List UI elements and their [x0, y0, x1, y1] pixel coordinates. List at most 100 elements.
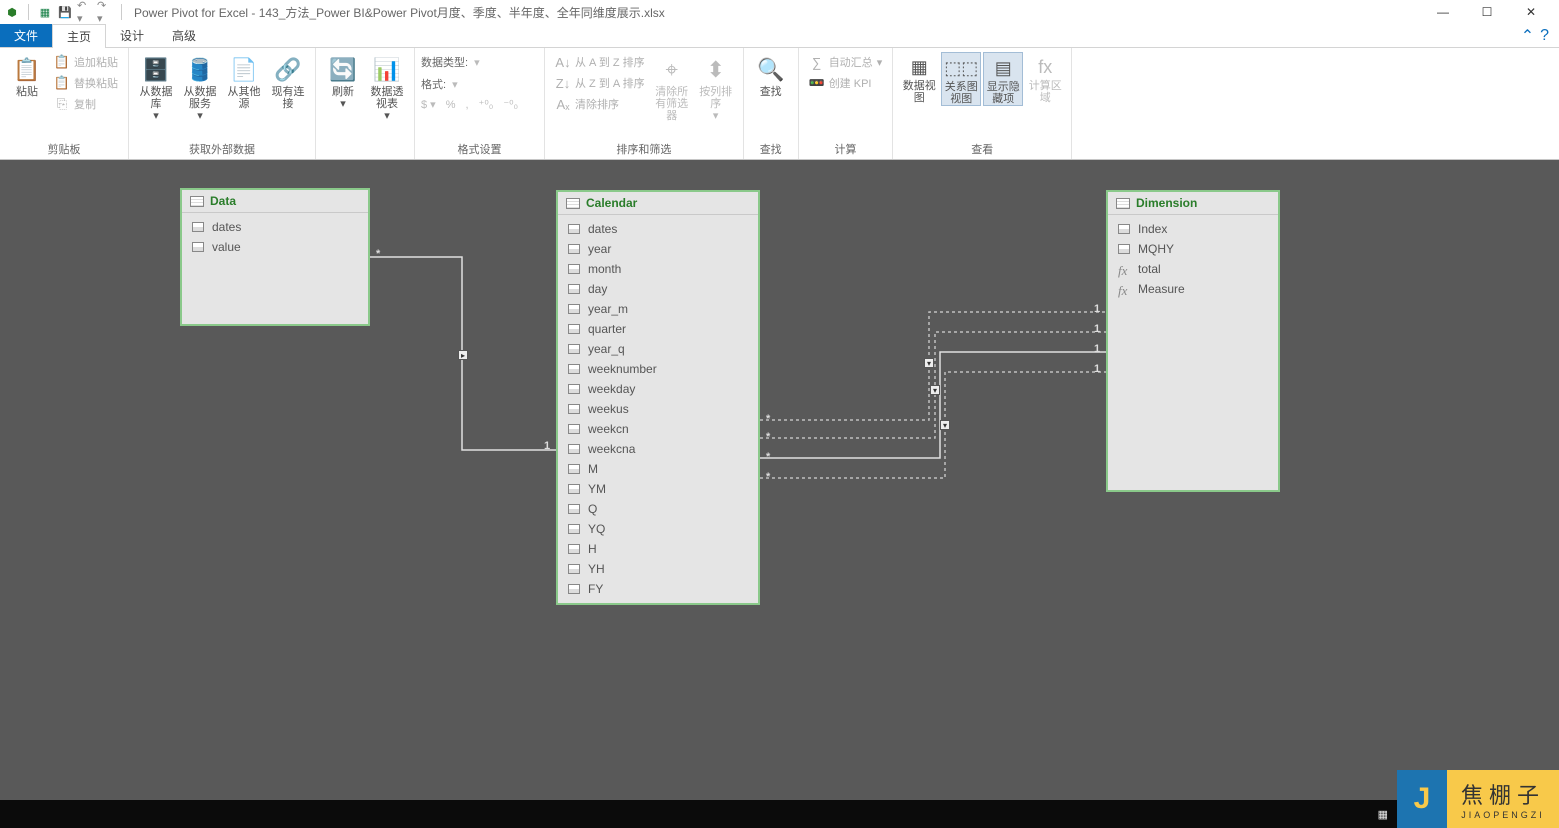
sort-desc-button[interactable]: Z↓从 Z 到 A 排序 [551, 73, 649, 93]
refresh-icon: 🔄 [327, 54, 359, 86]
column-q[interactable]: Q [558, 499, 758, 519]
column-mqhy[interactable]: MQHY [1108, 239, 1278, 259]
relationship-arrow[interactable]: ▸ [458, 350, 468, 360]
save-icon[interactable]: 💾 [57, 4, 73, 20]
measure-icon: fx [1118, 283, 1132, 295]
column-icon [568, 303, 582, 315]
column-dates[interactable]: dates [182, 217, 368, 237]
close-button[interactable]: ✕ [1519, 3, 1543, 21]
tab-home[interactable]: 主页 [52, 24, 106, 48]
calc-area-button[interactable]: fx计算区域 [1025, 52, 1065, 104]
column-index[interactable]: Index [1108, 219, 1278, 239]
excel-icon[interactable]: ▦ [37, 4, 53, 20]
column-year[interactable]: year [558, 239, 758, 259]
sort-by-column-button[interactable]: ⬍按列排序▾ [695, 52, 737, 122]
tab-advanced[interactable]: 高级 [158, 24, 210, 47]
data-view-button[interactable]: ▦数据视图 [899, 52, 939, 104]
replace-paste-button[interactable]: 📋替换粘贴 [50, 73, 122, 93]
column-icon [192, 241, 206, 253]
clear-sort-button[interactable]: Aₓ清除排序 [551, 94, 649, 114]
tab-file[interactable]: 文件 [0, 24, 52, 47]
group-refresh: 🔄刷新▾ 📊数据透视表▾ [316, 48, 415, 159]
column-year_m[interactable]: year_m [558, 299, 758, 319]
column-day[interactable]: day [558, 279, 758, 299]
column-icon [568, 443, 582, 455]
column-ym[interactable]: YM [558, 479, 758, 499]
service-icon: 🛢️ [184, 54, 216, 86]
refresh-button[interactable]: 🔄刷新▾ [322, 52, 364, 110]
watermark: J 焦棚子 JIAOPENGZI [1397, 770, 1559, 828]
sort-asc-button[interactable]: A↓从 A 到 Z 排序 [551, 52, 649, 72]
copy-button[interactable]: ⎘复制 [50, 94, 122, 114]
diagram-canvas[interactable]: * 1 ▸ * * * * 1 1 1 1 ▾ ▾ ▾ Data datesva… [0, 160, 1559, 800]
column-value[interactable]: value [182, 237, 368, 257]
view-switch-icon[interactable]: ▦ [1378, 808, 1388, 821]
column-weekday[interactable]: weekday [558, 379, 758, 399]
from-other-button[interactable]: 📄从其他源 [223, 52, 265, 110]
ribbon-help-icon[interactable]: ? [1540, 27, 1549, 45]
group-view: ▦数据视图 ⬚⬚关系图视图 ▤显示隐藏项 fx计算区域 查看 [893, 48, 1072, 159]
group-getdata: 🗄️从数据库▾ 🛢️从数据服务▾ 📄从其他源 🔗现有连接 获取外部数据 [129, 48, 316, 159]
ribbon-collapse-icon[interactable]: ⌃ [1521, 26, 1534, 46]
column-icon [192, 221, 206, 233]
relationship-arrow[interactable]: ▾ [930, 385, 940, 395]
column-weekcna[interactable]: weekcna [558, 439, 758, 459]
maximize-button[interactable]: ☐ [1475, 3, 1499, 21]
ribbon-tabs: 文件 主页 设计 高级 ⌃ ? [0, 24, 1559, 48]
redo-icon[interactable]: ↷ ▾ [97, 4, 113, 20]
undo-icon[interactable]: ↶ ▾ [77, 4, 93, 20]
column-dates[interactable]: dates [558, 219, 758, 239]
paste-button[interactable]: 📋 粘贴 [6, 52, 48, 98]
relationship-arrow[interactable]: ▾ [940, 420, 950, 430]
column-m[interactable]: M [558, 459, 758, 479]
column-quarter[interactable]: quarter [558, 319, 758, 339]
cardinality-one: 1 [1094, 363, 1100, 375]
show-hidden-button[interactable]: ▤显示隐藏项 [983, 52, 1023, 106]
table-dimension[interactable]: Dimension IndexMQHYfxtotalfxMeasure [1106, 190, 1280, 492]
column-icon [1118, 243, 1132, 255]
column-icon [568, 543, 582, 555]
append-paste-button[interactable]: 📋追加粘贴 [50, 52, 122, 72]
group-label-clipboard: 剪贴板 [6, 139, 122, 159]
column-icon [568, 463, 582, 475]
pivot-button[interactable]: 📊数据透视表▾ [366, 52, 408, 122]
table-icon [1116, 198, 1130, 209]
column-yq[interactable]: YQ [558, 519, 758, 539]
clear-filter-button[interactable]: ⌖清除所有筛选器 [651, 52, 693, 122]
autosum-button[interactable]: ∑自动汇总▾ [805, 52, 887, 72]
measure-total[interactable]: fxtotal [1108, 259, 1278, 279]
column-icon [568, 363, 582, 375]
column-weekus[interactable]: weekus [558, 399, 758, 419]
quick-access-toolbar: ⬢ ▦ 💾 ↶ ▾ ↷ ▾ [4, 4, 126, 20]
column-icon [568, 423, 582, 435]
table-calendar[interactable]: Calendar datesyearmonthdayyear_mquartery… [556, 190, 760, 605]
pivot-icon: 📊 [371, 54, 403, 86]
column-month[interactable]: month [558, 259, 758, 279]
column-icon [568, 383, 582, 395]
kpi-button[interactable]: 🚥创建 KPI [805, 73, 887, 93]
cardinality-one: 1 [1094, 343, 1100, 355]
tab-design[interactable]: 设计 [106, 24, 158, 47]
find-icon: 🔍 [755, 54, 787, 86]
database-icon: 🗄️ [140, 54, 172, 86]
column-h[interactable]: H [558, 539, 758, 559]
measure-measure[interactable]: fxMeasure [1108, 279, 1278, 299]
table-icon [190, 196, 204, 207]
find-button[interactable]: 🔍查找 [750, 52, 792, 98]
column-year_q[interactable]: year_q [558, 339, 758, 359]
cardinality-many: * [766, 451, 770, 463]
column-weekcn[interactable]: weekcn [558, 419, 758, 439]
diagram-view-button[interactable]: ⬚⬚关系图视图 [941, 52, 981, 106]
column-icon [568, 223, 582, 235]
from-service-button[interactable]: 🛢️从数据服务▾ [179, 52, 221, 122]
cardinality-many: * [766, 413, 770, 425]
existing-conn-button[interactable]: 🔗现有连接 [267, 52, 309, 110]
table-data[interactable]: Data datesvalue [180, 188, 370, 326]
column-fy[interactable]: FY [558, 579, 758, 599]
cardinality-many: * [376, 248, 380, 260]
relationship-arrow[interactable]: ▾ [924, 358, 934, 368]
column-yh[interactable]: YH [558, 559, 758, 579]
minimize-button[interactable]: — [1431, 3, 1455, 21]
column-weeknumber[interactable]: weeknumber [558, 359, 758, 379]
from-db-button[interactable]: 🗄️从数据库▾ [135, 52, 177, 122]
